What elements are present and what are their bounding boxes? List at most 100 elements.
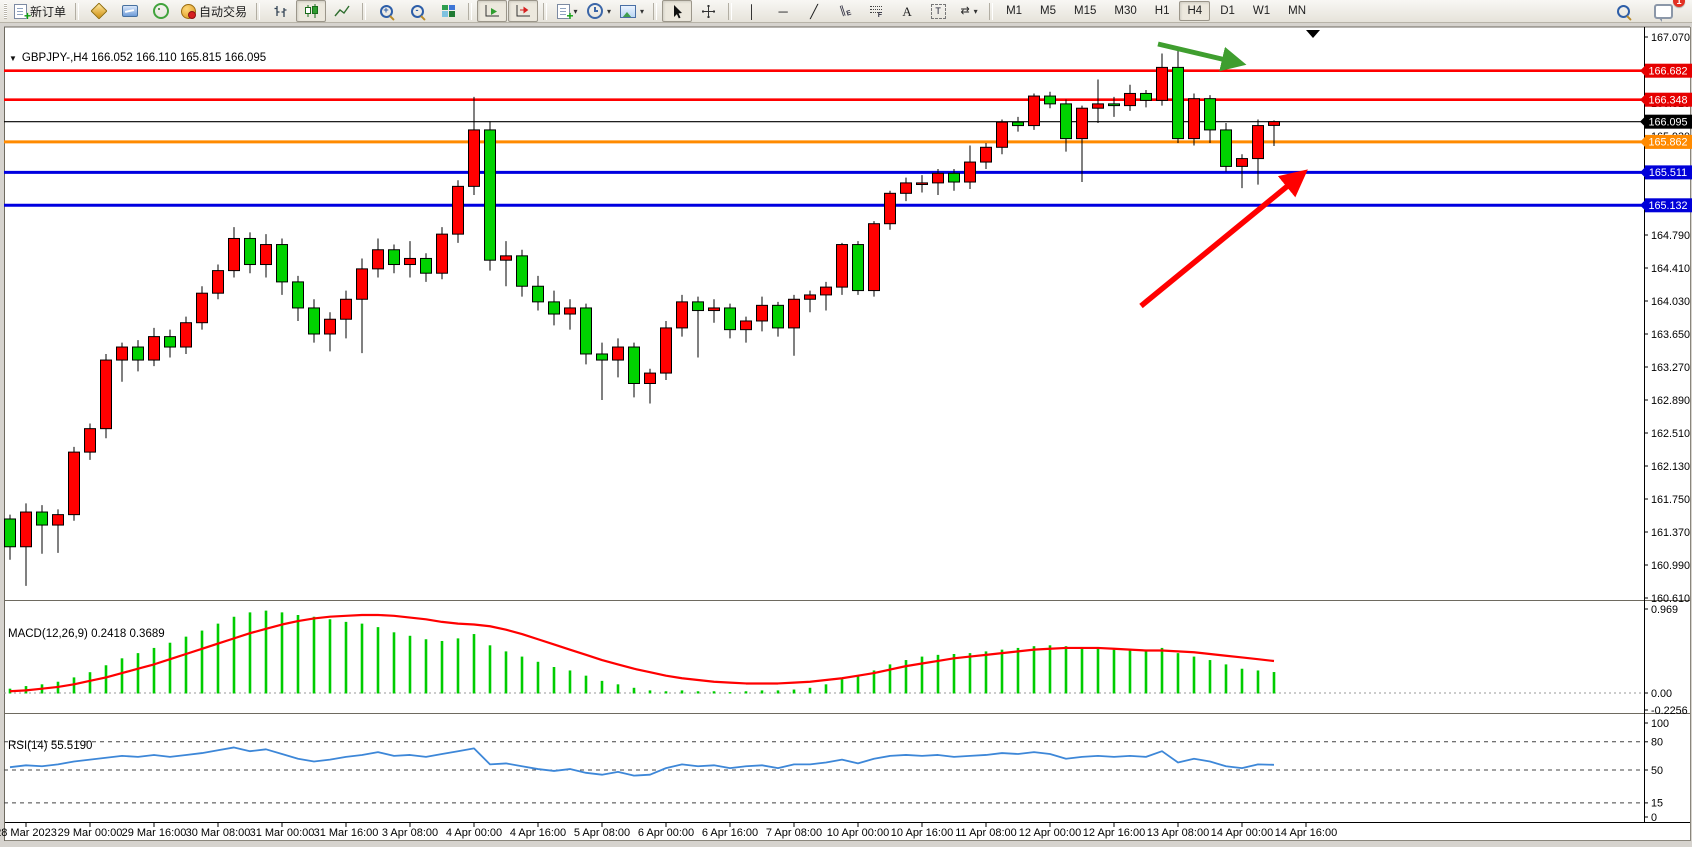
timeframe-MN[interactable]: MN [1280,1,1314,21]
date-label: 11 Apr 08:00 [955,827,1017,839]
date-label: 4 Apr 00:00 [446,827,502,839]
tile-windows-icon [442,5,455,17]
candle [453,180,464,243]
macd-tick: 0.00 [1651,688,1672,700]
templates-button[interactable]: ▾ [616,0,648,22]
vertical-line-button[interactable]: │ [737,0,767,22]
date-label: 29 Mar 16:00 [122,827,187,839]
timeframe-M5[interactable]: M5 [1032,1,1064,21]
text-label-button[interactable]: T [923,0,953,22]
date-label: 31 Mar 00:00 [250,827,315,839]
separator [468,3,472,20]
periods-button[interactable]: ▾ [583,0,615,22]
new-order-button[interactable]: + 新订单 [10,0,70,22]
template-icon [620,5,636,18]
separator [362,3,366,20]
expert-advisors-button[interactable] [115,0,145,22]
price-tick: 162.890 [1651,395,1690,407]
notifications-button[interactable]: 1 [1648,0,1678,22]
price-tick: 164.410 [1651,263,1690,275]
price-tick: 161.750 [1651,494,1690,506]
date-label: 14 Apr 00:00 [1211,827,1273,839]
candle [101,354,112,438]
price-badge-166.682: 166.682 [1640,64,1692,78]
market-depth-button[interactable] [84,0,114,22]
chart-shift-button[interactable] [508,0,538,22]
cursor-button[interactable] [662,0,692,22]
candle [197,286,208,329]
candle [69,447,80,521]
trendline-button[interactable]: ╱ [799,0,829,22]
fibonacci-button[interactable]: F [861,0,891,22]
bar-chart-button[interactable] [265,0,295,22]
chevron-down-icon: ▾ [574,7,578,16]
timeframe-M15[interactable]: M15 [1066,1,1104,21]
equidistant-channel-button[interactable]: ∥E [830,0,860,22]
price-tick: 162.130 [1651,461,1690,473]
new-chart-button[interactable]: +▾ [552,0,582,22]
separator [256,3,260,20]
timeframe-W1[interactable]: W1 [1245,1,1278,21]
new-chart-icon: + [557,4,570,19]
date-label: 10 Apr 16:00 [891,827,953,839]
price-badge-166.348: 166.348 [1640,93,1692,107]
macd-tick: 0.969 [1651,604,1678,616]
timeframe-group: M1M5M15M30H1H4D1W1MN [998,1,1314,21]
toolbar-grip[interactable] [4,3,7,19]
timeframe-M30[interactable]: M30 [1106,1,1144,21]
horizontal-line-button[interactable]: ─ [768,0,798,22]
text-button[interactable]: A [892,0,922,22]
tile-windows-button[interactable] [433,0,463,22]
chart-title: ▼ GBPJPY-,H4 166.052 166.110 165.815 166… [9,52,266,64]
candle [485,121,496,270]
channel-icon: ∥E [838,2,852,20]
trendline-icon: ╱ [810,5,818,18]
zoom-out-button[interactable]: - [402,0,432,22]
symbol-ohlc-text: GBPJPY-,H4 166.052 166.110 165.815 166.0… [22,52,266,64]
crosshair-button[interactable] [693,0,723,22]
crosshair-icon [701,4,716,19]
svg-text:165.132: 165.132 [1648,200,1687,212]
auto-scroll-button[interactable] [477,0,507,22]
candlestick-chart-button[interactable] [296,0,326,22]
timeframe-D1[interactable]: D1 [1212,1,1243,21]
price-badge-165.862: 165.862 [1640,135,1692,149]
zoom-in-button[interactable]: + [371,0,401,22]
price-tick: 161.370 [1651,527,1690,539]
price-tick: 163.270 [1651,362,1690,374]
timeframe-H1[interactable]: H1 [1147,1,1178,21]
separator [543,3,547,20]
separator [653,3,657,20]
line-chart-button[interactable] [327,0,357,22]
autotrading-button[interactable]: 自动交易 [177,0,251,22]
date-label: 13 Apr 08:00 [1147,827,1209,839]
signals-button[interactable] [146,0,176,22]
price-tick: 160.990 [1651,560,1690,572]
price-badge-166.095: 166.095 [1640,115,1692,129]
date-label: 31 Mar 16:00 [314,827,379,839]
vertical-line-icon: │ [748,5,756,18]
rsi-tick: 15 [1651,798,1663,810]
date-label: 14 Apr 16:00 [1275,827,1337,839]
cursor-arrow-icon [671,4,684,19]
text-A-icon: A [902,5,911,18]
arrows-tool-button[interactable]: ⇄▾ [954,0,984,22]
search-button[interactable] [1608,0,1638,22]
svg-text:166.095: 166.095 [1648,116,1687,128]
clock-icon [587,3,603,19]
zoom-out-icon: - [411,5,424,18]
timeframe-H4[interactable]: H4 [1179,1,1210,21]
rsi-tick: 80 [1651,737,1663,749]
price-chart[interactable]: 167.070166.690166.310165.930165.550165.1… [0,23,1692,847]
candle [853,241,864,295]
gold-diamond-icon [91,3,108,20]
svg-text:166.348: 166.348 [1648,95,1687,107]
expand-triangle-icon[interactable]: ▼ [9,54,17,63]
candle [837,243,848,295]
notification-badge: 1 [1673,0,1685,7]
date-label: 6 Apr 00:00 [638,827,694,839]
new-order-icon: + [14,4,27,19]
timeframe-M1[interactable]: M1 [998,1,1030,21]
price-tick: 163.650 [1651,329,1690,341]
chart-background [4,27,1691,841]
